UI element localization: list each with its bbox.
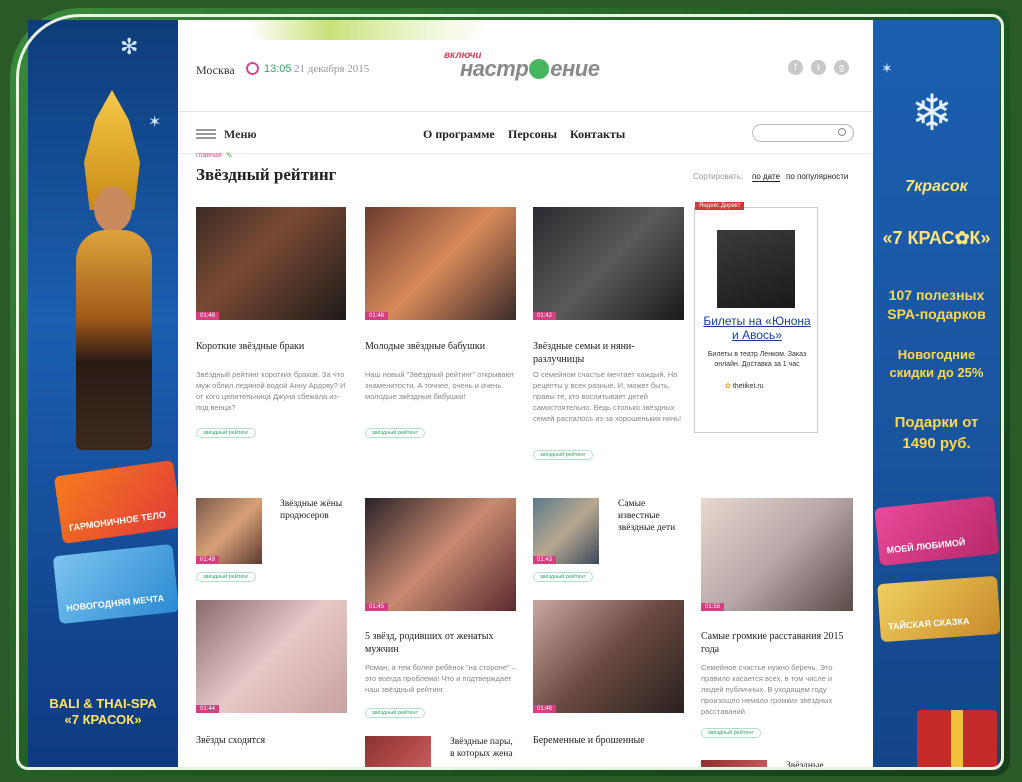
twitter-icon[interactable]: t: [811, 60, 826, 75]
video-duration: 01:46: [533, 705, 557, 713]
article-title[interactable]: Звёздные семьи и няни-разлучницы: [533, 340, 673, 366]
nav-item-contacts[interactable]: Контакты: [570, 127, 625, 142]
gift-box-image: [917, 710, 997, 770]
video-duration: 01:44: [196, 705, 220, 713]
article-title[interactable]: Звёздные пары, в которых жена: [450, 736, 516, 760]
site-icon: ✿: [725, 383, 731, 390]
ad-label: Яндекс.Директ: [695, 202, 745, 210]
spa-gift-card: ТАЙСКАЯ СКАЗКА: [877, 575, 1000, 643]
sort-label: Сортировать:: [693, 172, 744, 181]
logo-circle-icon: [529, 59, 550, 79]
yandex-direct-ad[interactable]: Яндекс.Директ Билеты на «Юнона и Авось» …: [694, 202, 818, 433]
article-tag[interactable]: звёздный рейтинг: [365, 428, 425, 438]
article-description: Звёздный рейтинг коротких браков. За что…: [196, 370, 346, 412]
clock-icon: [246, 62, 259, 75]
article-title[interactable]: Беременные и брошенные: [533, 734, 683, 747]
nav-item-persons[interactable]: Персоны: [508, 127, 557, 142]
main-site: Москва 13:05 21 декабря 2015 включи наст…: [178, 20, 873, 770]
advert-line: 107 полезных SPA-подарков: [887, 287, 986, 322]
video-duration: 01:45: [365, 603, 389, 611]
ad-title-link[interactable]: Билеты на «Юнона и Авось»: [701, 314, 813, 342]
article-description: Роман, а тем более ребёнок "на стороне" …: [365, 663, 516, 694]
ad-text: Билеты в театр Ленком. Заказ онлайн. Дос…: [707, 351, 807, 368]
article-title[interactable]: Звёздные: [786, 760, 852, 770]
ad-image[interactable]: [717, 230, 795, 308]
advert-brand-small: 7красок: [905, 178, 968, 195]
current-date: 21 декабря 2015: [294, 63, 370, 75]
advert-brand: «7 КРАС✿К»: [882, 228, 991, 248]
snowflake-icon: ✶: [881, 60, 893, 76]
video-duration: 01:58: [701, 603, 725, 611]
video-duration: 01:48: [365, 312, 389, 320]
nav-bar: Меню О программе Персоны Контакты: [178, 112, 873, 154]
page-title: Звёздный рейтинг: [196, 165, 337, 184]
dancer-illustration: [64, 90, 162, 450]
left-advert-banner[interactable]: ✻ ✶ ГАРМОНИЧНОЕ ТЕЛО НОВОГОДНЯЯ МЕЧТА BA…: [28, 20, 178, 770]
video-duration: 01:49: [196, 556, 220, 564]
article-title[interactable]: 5 звёзд, родивших от женатых мужчин: [365, 630, 516, 656]
sort-by-popularity[interactable]: по популярности: [786, 172, 848, 181]
video-duration: 01:42: [533, 312, 557, 320]
article-image[interactable]: 01:48: [365, 207, 516, 320]
article-image[interactable]: 01:45: [365, 498, 516, 611]
hamburger-menu-icon[interactable]: [196, 129, 216, 139]
article-title[interactable]: Короткие звёздные браки: [196, 340, 346, 353]
article-image[interactable]: 01:44: [196, 600, 347, 713]
advert-line: Подарки от 1490 руб.: [894, 414, 979, 452]
spa-gift-card: НОВОГОДНЯЯ МЕЧТА: [52, 543, 178, 625]
article-title[interactable]: Самые громкие расставания 2015 года: [701, 630, 851, 656]
article-title[interactable]: Звёздные жёны продюсеров: [280, 498, 346, 522]
article-image[interactable]: 01:46: [533, 600, 684, 713]
menu-button[interactable]: Меню: [224, 127, 257, 142]
article-description: Наш новый "Звёздный рейтинг" открывают з…: [365, 370, 515, 401]
breadcrumb[interactable]: главная: [196, 152, 222, 159]
search-input[interactable]: [752, 124, 854, 142]
article-tag[interactable]: звёздный рейтинг: [196, 428, 256, 438]
article-description: О семейном счастье мечтает каждый. Но ре…: [533, 370, 682, 423]
article-image[interactable]: [701, 760, 767, 770]
article-description: Семейное счастье нужно беречь. Это прави…: [701, 663, 833, 716]
left-advert-footer: BALI & THAI-SPA «7 КРАСОК»: [49, 696, 157, 727]
video-duration: 01:43: [533, 556, 557, 564]
spa-gift-card: ГАРМОНИЧНОЕ ТЕЛО: [53, 459, 178, 545]
spa-gift-card: МОЕЙ ЛЮБИМОЙ: [874, 495, 1000, 567]
article-tag[interactable]: звёздный рейтинг: [533, 572, 593, 582]
advert-line: Новогодние скидки до 25%: [889, 347, 984, 380]
site-header: Москва 13:05 21 декабря 2015 включи наст…: [178, 20, 873, 112]
article-title[interactable]: Молодые звёздные бабушки: [365, 340, 516, 353]
article-image[interactable]: 01:49: [196, 498, 262, 564]
article-image[interactable]: 01:58: [701, 498, 853, 611]
article-tag[interactable]: звёздный рейтинг: [533, 450, 593, 460]
article-title[interactable]: Звёзды сходятся: [196, 734, 346, 747]
pencil-icon: ✎: [226, 151, 233, 160]
city-selector[interactable]: Москва: [196, 63, 235, 78]
site-logo[interactable]: настр ение: [460, 56, 600, 82]
header-swirl: [248, 20, 488, 40]
article-tag[interactable]: звёздный рейтинг: [701, 728, 761, 738]
search-icon: [838, 128, 846, 136]
snowflake-icon: ✻: [120, 34, 139, 59]
article-image[interactable]: 01:42: [533, 207, 684, 320]
article-tag[interactable]: звёздный рейтинг: [196, 572, 256, 582]
article-image[interactable]: 01:43: [533, 498, 599, 564]
snowflake-icon: ❄: [911, 85, 953, 141]
nav-item-about[interactable]: О программе: [423, 127, 495, 142]
article-image[interactable]: 01:46: [196, 207, 346, 320]
article-tag[interactable]: звёздный рейтинг: [365, 708, 425, 718]
facebook-icon[interactable]: f: [788, 60, 803, 75]
google-plus-icon[interactable]: g: [834, 60, 849, 75]
video-duration: 01:46: [196, 312, 220, 320]
sort-by-date[interactable]: по дате: [752, 172, 780, 182]
article-image[interactable]: [365, 736, 431, 770]
right-advert-banner[interactable]: ❄ ✶ 7красок «7 КРАС✿К» 107 полезных SPA-…: [873, 20, 1000, 770]
article-title[interactable]: Самые известные звёздные дети: [618, 498, 684, 534]
current-time: 13:05: [264, 63, 292, 75]
ad-site-link[interactable]: ✿ thetiket.ru: [725, 382, 764, 390]
